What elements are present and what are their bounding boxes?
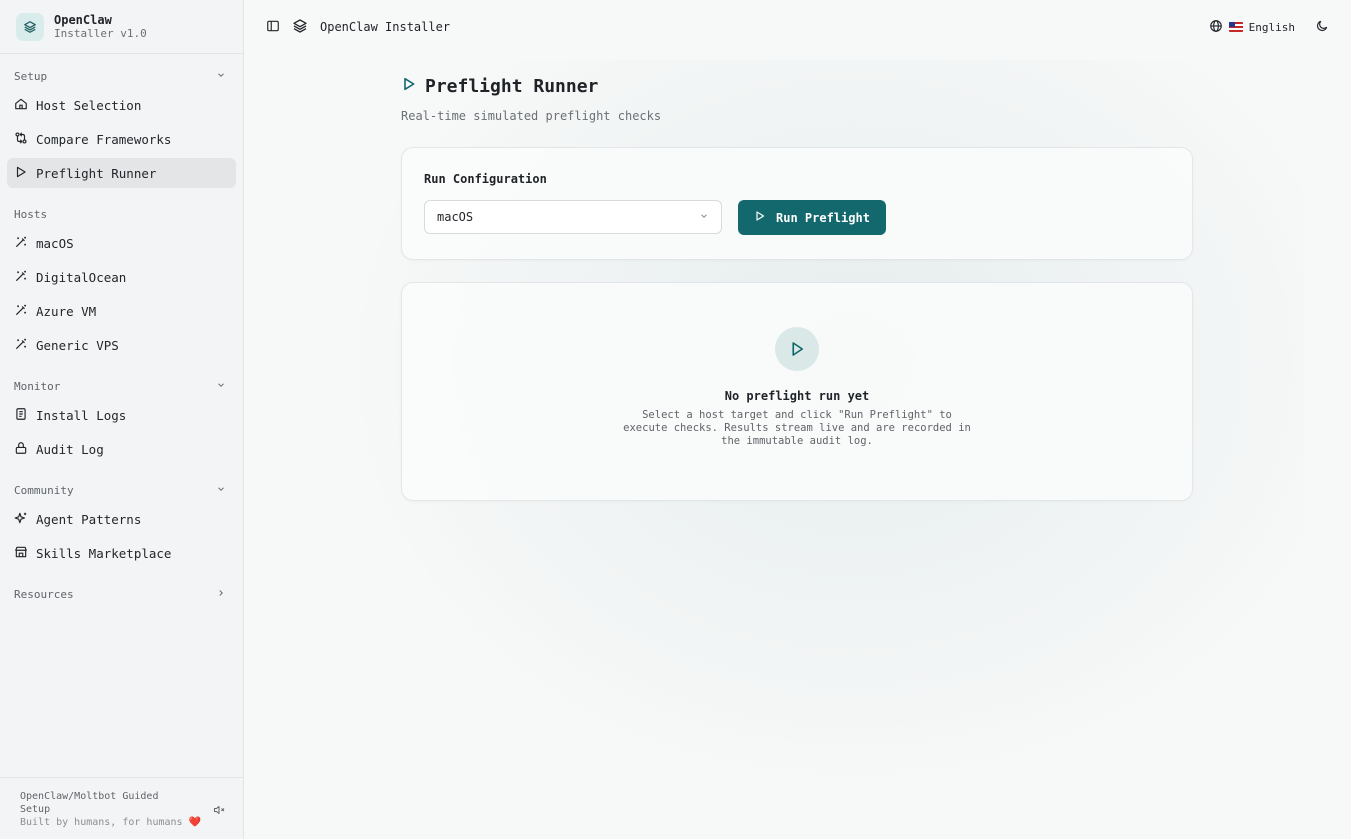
footer-credit-text: Built by humans, for humans (20, 817, 183, 828)
topbar-left: OpenClaw Installer (266, 18, 450, 37)
play-icon (754, 210, 766, 225)
sidebar-item-compare-frameworks[interactable]: Compare Frameworks (7, 124, 236, 154)
wand-icon (14, 235, 28, 252)
language-selector[interactable]: English (1209, 19, 1295, 36)
group-header-setup[interactable]: Setup (7, 64, 236, 88)
nav-group-monitor: Monitor Install Logs Audit Log (7, 374, 236, 464)
footer-line1: OpenClaw/Moltbot Guided (20, 791, 159, 802)
sidebar-item-label: macOS (36, 235, 74, 251)
layers-logo-icon (16, 12, 44, 41)
brand-text: OpenClaw Installer v1.0 (54, 12, 147, 40)
speaker-muted-icon (213, 806, 227, 819)
nav-group-hosts: Hosts macOS DigitalOcean Azure VM Generi… (7, 202, 236, 360)
sidebar-item-label: Agent Patterns (36, 511, 142, 527)
chevron-down-icon (216, 70, 226, 83)
sidebar-item-label: Preflight Runner (36, 165, 157, 181)
sidebar-item-audit-log[interactable]: Audit Log (7, 434, 236, 464)
sidebar-item-label: Skills Marketplace (36, 545, 172, 561)
run-preflight-label: Run Preflight (776, 210, 870, 225)
group-header-hosts: Hosts (7, 202, 236, 226)
chevron-right-icon (216, 588, 226, 601)
sparkles-icon (14, 511, 28, 528)
page-title: Preflight Runner (401, 76, 1193, 97)
topbar: OpenClaw Installer English (244, 0, 1351, 54)
group-label: Resources (14, 587, 74, 601)
sidebar-footer: OpenClaw/Moltbot Guided Setup Built by h… (0, 777, 243, 839)
app-root: OpenClaw Installer v1.0 Setup Host Selec… (0, 0, 1351, 839)
home-icon (14, 97, 28, 114)
chevron-down-icon (216, 484, 226, 497)
brand-name: OpenClaw (54, 12, 112, 27)
sidebar-item-label: Generic VPS (36, 337, 119, 353)
sidebar-item-install-logs[interactable]: Install Logs (7, 400, 236, 430)
empty-state-title: No preflight run yet (724, 389, 870, 403)
footer-text: OpenClaw/Moltbot Guided Setup Built by h… (20, 790, 201, 829)
group-label: Monitor (14, 379, 61, 393)
wand-icon (14, 337, 28, 354)
main-area: OpenClaw Installer English Preflight Run… (244, 0, 1351, 839)
scroll-icon (14, 407, 28, 424)
topbar-right: English (1209, 19, 1329, 36)
sidebar-item-digitalocean[interactable]: DigitalOcean (7, 262, 236, 292)
app-title: OpenClaw Installer (320, 20, 451, 34)
group-label: Hosts (14, 207, 48, 221)
sidebar-item-label: Compare Frameworks (36, 131, 172, 147)
compare-icon (14, 131, 28, 148)
globe-icon (1209, 19, 1223, 36)
sidebar-item-label: Install Logs (36, 407, 127, 423)
heart-icon: ❤️ (188, 817, 202, 828)
language-label: English (1248, 20, 1295, 34)
sidebar-toggle-icon[interactable] (266, 19, 280, 36)
wand-icon (14, 303, 28, 320)
sidebar-item-macos[interactable]: macOS (7, 228, 236, 258)
group-header-resources[interactable]: Resources (7, 582, 236, 606)
empty-state-description: Select a host target and click "Run Pref… (623, 409, 971, 447)
sound-mute-button[interactable] (213, 804, 227, 819)
nav-group-community: Community Agent Patterns Skills Marketpl… (7, 478, 236, 568)
page-title-text: Preflight Runner (425, 76, 599, 97)
empty-state-card: No preflight run yet Select a host targe… (401, 282, 1193, 501)
sidebar-item-generic-vps[interactable]: Generic VPS (7, 330, 236, 360)
sidebar-item-azure-vm[interactable]: Azure VM (7, 296, 236, 326)
page-subtitle: Real-time simulated preflight checks (401, 109, 662, 123)
sidebar: OpenClaw Installer v1.0 Setup Host Selec… (0, 0, 244, 839)
sidebar-item-label: Audit Log (36, 441, 104, 457)
brand[interactable]: OpenClaw Installer v1.0 (0, 0, 243, 54)
run-preflight-button[interactable]: Run Preflight (738, 200, 886, 235)
host-select-value: macOS (437, 210, 474, 224)
footer-line2: Setup (20, 804, 51, 815)
sidebar-nav: Setup Host Selection Compare Frameworks (0, 54, 243, 777)
chevron-down-icon (699, 211, 709, 224)
sidebar-item-label: Host Selection (36, 97, 142, 113)
lock-icon (14, 441, 28, 458)
wand-icon (14, 269, 28, 286)
store-icon (14, 545, 28, 562)
sidebar-item-label: DigitalOcean (36, 269, 127, 285)
play-circle-icon (775, 327, 819, 371)
chevron-down-icon (216, 380, 226, 393)
page-content: Preflight Runner Real-time simulated pre… (401, 76, 1193, 501)
play-icon (14, 165, 28, 182)
layers-icon (292, 18, 308, 37)
group-label: Setup (14, 69, 48, 83)
sidebar-item-agent-patterns[interactable]: Agent Patterns (7, 504, 236, 534)
sidebar-item-host-selection[interactable]: Host Selection (7, 90, 236, 120)
group-label: Community (14, 483, 74, 497)
config-row: macOS Run Preflight (424, 200, 1170, 235)
sidebar-item-label: Azure VM (36, 303, 97, 319)
footer-credit: Built by humans, for humans ❤️ (20, 816, 201, 829)
run-configuration-label: Run Configuration (424, 172, 547, 186)
run-configuration-card: Run Configuration macOS Run Preflight (401, 147, 1193, 260)
theme-toggle-moon-icon[interactable] (1315, 19, 1329, 36)
play-icon (401, 76, 417, 97)
group-header-community[interactable]: Community (7, 478, 236, 502)
nav-group-resources: Resources (7, 582, 236, 606)
nav-group-setup: Setup Host Selection Compare Frameworks (7, 64, 236, 188)
host-select[interactable]: macOS (424, 200, 722, 234)
sidebar-item-skills-marketplace[interactable]: Skills Marketplace (7, 538, 236, 568)
sidebar-item-preflight-runner[interactable]: Preflight Runner (7, 158, 236, 188)
us-flag-icon (1228, 22, 1243, 32)
brand-version: Installer v1.0 (54, 26, 147, 40)
group-header-monitor[interactable]: Monitor (7, 374, 236, 398)
